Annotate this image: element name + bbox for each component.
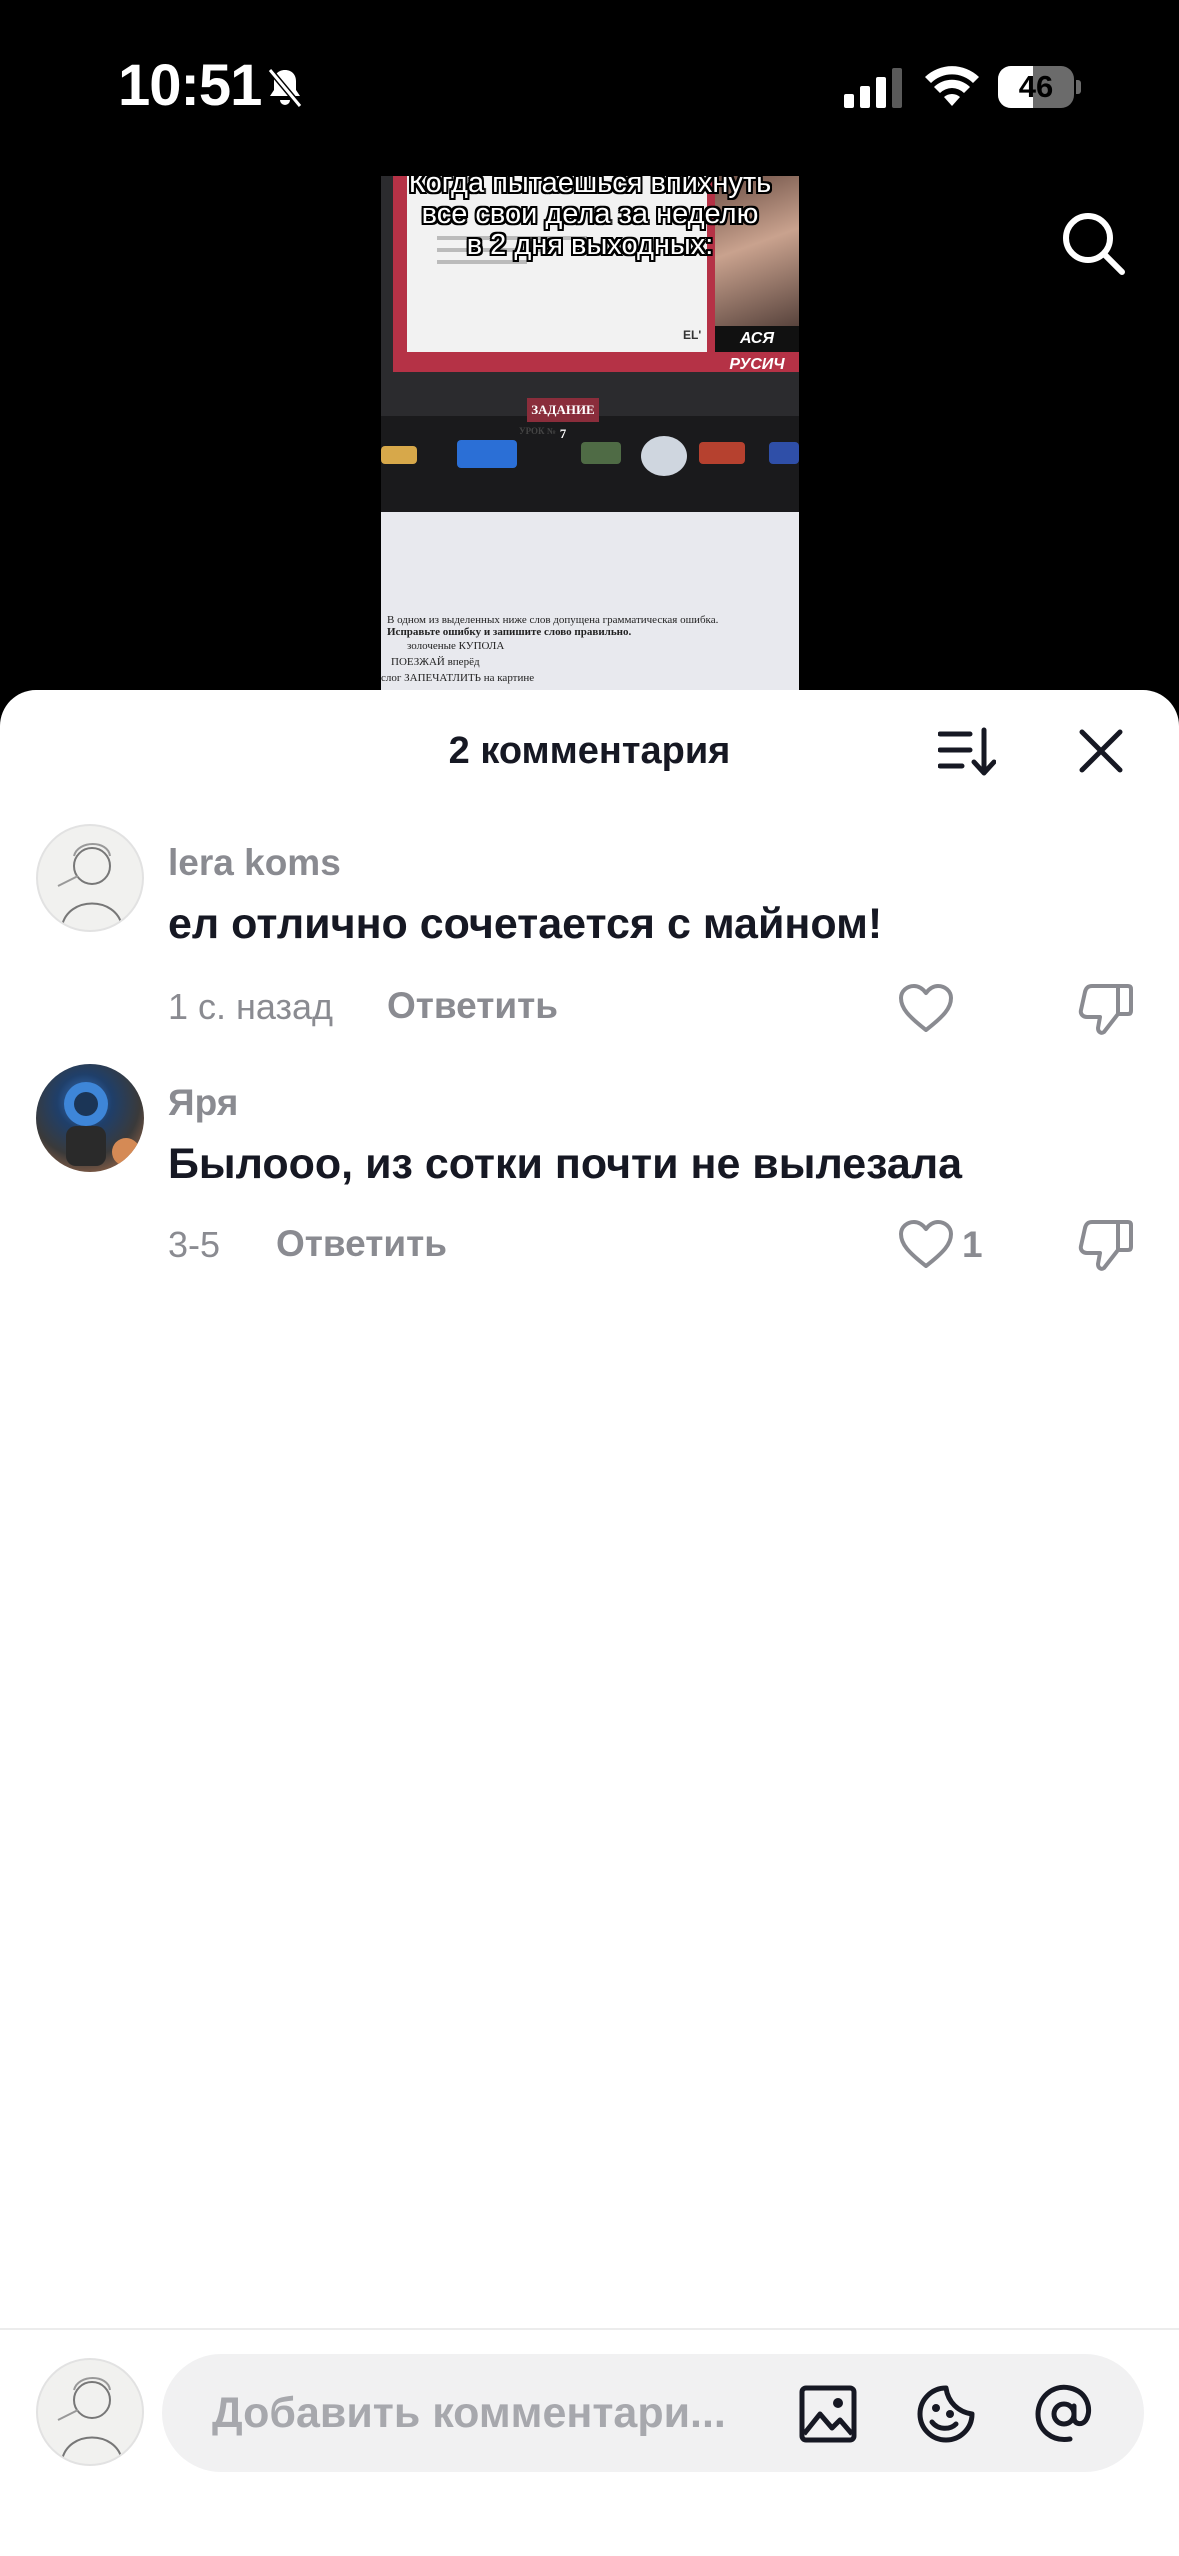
comment-text: Былооо, из сотки почти не вылезала	[168, 1140, 963, 1188]
status-time: 10:51	[118, 53, 262, 118]
worksheet-line: слог ЗАПЕЧАТЛИТЬ на картине	[381, 672, 535, 684]
worksheet-badge: ЗАДАНИЕ 7	[527, 398, 599, 441]
comment-text: ел отлично сочетается с майном!	[168, 900, 883, 948]
worksheet-line: золоченые КУПОЛА	[407, 640, 505, 652]
worksheet-line: Исправьте ошибку и запишите слово правил…	[387, 626, 632, 638]
bell-slash-icon	[267, 68, 303, 108]
thumbs-down-icon[interactable]	[1078, 1216, 1134, 1272]
heart-outline-icon[interactable]	[898, 1220, 954, 1270]
battery-percent: 46	[1018, 69, 1054, 104]
battery-indicator: 46	[998, 66, 1081, 108]
comment-time: 1 с. назад	[168, 986, 334, 1027]
avatar[interactable]	[36, 824, 144, 932]
like-count: 1	[962, 1224, 983, 1265]
comment-item: Яря Былооо, из сотки почти не вылезала 3…	[0, 1064, 1179, 1271]
image-icon[interactable]	[798, 2384, 858, 2444]
close-icon[interactable]	[1076, 726, 1126, 776]
overlay-line-2: все свои дела за неделю	[421, 198, 759, 230]
video-overlay-text: Когда пытаешься впихнуть все свои дела з…	[381, 176, 799, 261]
sketch-avatar-image	[57, 2377, 123, 2461]
worksheet-subtitle: УРОК №	[519, 426, 556, 436]
desk-area	[381, 416, 799, 516]
overlay-line-1: Когда пытаешься впихнуть	[408, 176, 772, 199]
my-avatar	[36, 2358, 144, 2466]
cellular-signal-icon	[844, 68, 902, 108]
search-icon[interactable]	[1060, 210, 1126, 276]
at-sign-icon[interactable]	[1034, 2384, 1094, 2444]
comment-time: 3-5	[168, 1224, 221, 1265]
heart-outline-icon[interactable]	[898, 984, 954, 1034]
comment-input-placeholder: Добавить комментари...	[212, 2389, 726, 2437]
emoji-icon[interactable]	[916, 2384, 976, 2444]
thumbs-down-icon[interactable]	[1078, 980, 1134, 1036]
status-bar: 10:51 46	[0, 0, 1179, 150]
video-preview[interactable]: EL' АСЯ РУСИЧ Когда пытаешься впихнуть в…	[381, 176, 799, 696]
comment-username[interactable]: Яря	[168, 1082, 238, 1124]
screen-caption: АСЯ РУСИЧ	[715, 326, 799, 373]
comment-input[interactable]: Добавить комментари...	[162, 2354, 1144, 2472]
reply-button[interactable]: Ответить	[276, 1223, 447, 1265]
sort-icon[interactable]	[938, 726, 996, 778]
avatar[interactable]	[36, 1064, 144, 1172]
comment-username[interactable]: lera koms	[168, 842, 341, 884]
comment-item: lera koms ел отлично сочетается с майном…	[0, 824, 1179, 1035]
reply-button[interactable]: Ответить	[387, 985, 558, 1027]
worksheet-paper	[381, 512, 799, 696]
screen-logo: EL'	[683, 328, 702, 342]
wifi-icon	[925, 66, 979, 106]
comments-count-title: 2 комментария	[448, 730, 731, 772]
sketch-avatar-image	[57, 843, 123, 927]
worksheet-line: ПОЕЗЖАЙ вперёд	[391, 656, 480, 668]
worksheet-line: В одном из выделенных ниже слов допущена…	[387, 614, 719, 626]
comments-sheet: 2 комментария lera koms ел отлично сочет…	[0, 690, 1179, 2556]
comment-composer: Добавить комментари...	[0, 2328, 1179, 2556]
overlay-line-3: в 2 дня выходных:	[466, 229, 714, 261]
dark-avatar-image	[64, 1082, 140, 1166]
